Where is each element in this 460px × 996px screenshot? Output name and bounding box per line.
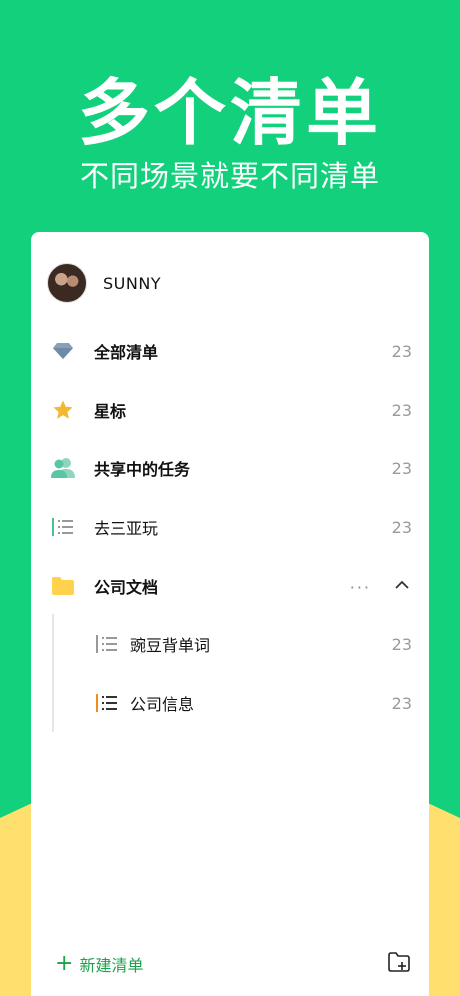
- diamond-icon: [51, 339, 75, 363]
- avatar[interactable]: [47, 263, 87, 303]
- list-count: 23: [391, 634, 412, 654]
- chevron-up-icon[interactable]: [393, 576, 411, 594]
- list-label: 去三亚玩: [94, 519, 159, 538]
- list-item-vocab[interactable]: 豌豆背单词 23: [31, 622, 429, 666]
- list-count: 23: [391, 341, 412, 361]
- list-item-sanya[interactable]: 去三亚玩 23: [31, 505, 429, 549]
- list-label: 全部清单: [94, 343, 159, 362]
- new-list-button[interactable]: + 新建清单: [55, 952, 143, 976]
- list-label: 共享中的任务: [94, 460, 191, 479]
- list-label: 公司文档: [94, 578, 159, 597]
- list-item-starred[interactable]: 星标 23: [31, 388, 429, 432]
- hero-subtitle: 不同场景就要不同清单: [79, 159, 380, 193]
- shared-users-icon: [51, 456, 75, 480]
- profile[interactable]: SUNNY: [47, 263, 161, 303]
- more-options-icon[interactable]: ···: [350, 578, 371, 597]
- new-list-label: 新建清单: [79, 956, 144, 975]
- star-icon: [51, 398, 75, 422]
- bottom-bar: + 新建清单: [31, 946, 429, 982]
- list-icon: [95, 632, 119, 656]
- list-count: 23: [391, 517, 412, 537]
- list-icon-orange: [95, 691, 119, 715]
- plus-icon: +: [55, 951, 74, 976]
- list-drawer-card: SUNNY 全部清单 23 星标 23 共享中的任务 23 去三亚玩 23 公司…: [31, 232, 429, 996]
- list-item-shared[interactable]: 共享中的任务 23: [31, 446, 429, 490]
- username: SUNNY: [103, 273, 162, 293]
- list-count: 23: [391, 400, 412, 420]
- folder-add-icon[interactable]: [387, 950, 411, 974]
- list-item-company-info[interactable]: 公司信息 23: [31, 681, 429, 725]
- list-label: 星标: [94, 402, 127, 421]
- folder-icon: [51, 574, 75, 598]
- hero-title: 多个清单: [77, 71, 382, 155]
- list-count: 23: [391, 458, 412, 478]
- list-item-all[interactable]: 全部清单 23: [31, 329, 429, 373]
- list-count: 23: [391, 693, 412, 713]
- list-label: 豌豆背单词: [130, 636, 211, 655]
- list-label: 公司信息: [130, 695, 195, 714]
- list-icon: [51, 515, 75, 539]
- folder-company-docs[interactable]: 公司文档 ···: [31, 564, 429, 608]
